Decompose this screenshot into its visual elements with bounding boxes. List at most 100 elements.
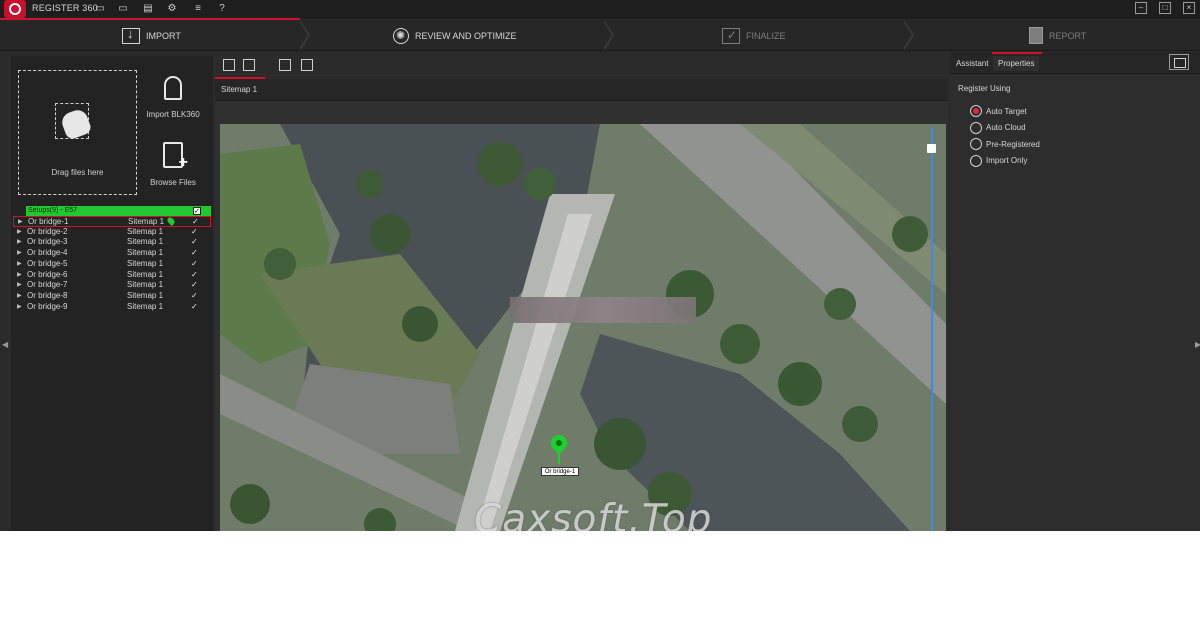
app-logo-icon[interactable]: [4, 0, 26, 18]
setup-checkbox[interactable]: ✓: [191, 280, 198, 290]
blk360-scanner-icon: [164, 76, 182, 100]
step-separator: [299, 20, 310, 51]
step-separator: [603, 20, 614, 51]
setup-row[interactable]: ▶ Or bridge-8 Sitemap 1 ✓: [13, 291, 211, 301]
marker-stem: [558, 450, 560, 464]
tab-report-label: REPORT: [1049, 30, 1087, 41]
radio-button[interactable]: [970, 121, 982, 134]
maximize-button[interactable]: □: [1159, 2, 1171, 14]
radio-button[interactable]: [970, 105, 982, 117]
browse-files-button[interactable]: Browse Files: [143, 142, 203, 187]
review-icon: [393, 27, 409, 44]
setup-sitemap: Sitemap 1: [127, 248, 164, 258]
expand-arrow-icon[interactable]: ▶: [17, 227, 22, 237]
register-option-label: Auto Cloud: [986, 123, 1026, 132]
setup-sitemap: Sitemap 1: [127, 301, 164, 311]
watermark-text: Caxsoft.Top: [474, 497, 713, 531]
folder-icon[interactable]: ▭: [117, 3, 129, 15]
setup-checkbox[interactable]: ✓: [191, 248, 198, 258]
setup-name: Or bridge-7: [27, 280, 68, 290]
tab-review-optimize[interactable]: REVIEW AND OPTIMIZE: [393, 20, 517, 51]
vertical-scrollbar[interactable]: [931, 127, 933, 531]
setup-checkbox[interactable]: ✓: [191, 237, 198, 247]
setup-name: Or bridge-9: [27, 301, 68, 311]
expand-arrow-icon[interactable]: ▶: [18, 217, 23, 227]
setup-checkbox[interactable]: ✓: [192, 217, 199, 227]
setup-name: Or bridge-2: [27, 226, 68, 236]
tab-properties[interactable]: Properties: [993, 56, 1040, 71]
setup-checkbox[interactable]: ✓: [191, 302, 198, 312]
fit-view-icon[interactable]: [301, 59, 313, 71]
setup-row[interactable]: ▶ Or bridge-1 Sitemap 1 ✓: [13, 216, 211, 227]
tab-report[interactable]: REPORT: [1029, 20, 1086, 51]
expand-arrow-icon[interactable]: ▶: [17, 248, 22, 258]
setup-checkbox[interactable]: ✓: [191, 291, 198, 301]
import-blk360-label: Import BLK360: [146, 110, 200, 119]
tab-review-label: REVIEW AND OPTIMIZE: [415, 30, 517, 41]
tab-import[interactable]: IMPORT: [122, 20, 181, 51]
tab-finalize[interactable]: FINALIZE: [722, 20, 786, 51]
location-pin-icon: [166, 216, 176, 226]
register-option[interactable]: Auto Target: [970, 105, 1027, 117]
register-option-label: Import Only: [986, 156, 1028, 165]
collapse-right-icon[interactable]: ▶: [1195, 340, 1200, 349]
minimize-button[interactable]: –: [1135, 2, 1147, 14]
radio-button[interactable]: [970, 138, 982, 150]
setup-name: Or bridge-4: [27, 248, 68, 258]
add-file-icon: [163, 142, 188, 172]
expand-arrow-icon[interactable]: ▶: [17, 302, 22, 312]
popout-panel-icon[interactable]: [1169, 54, 1189, 70]
close-button[interactable]: ×: [1183, 2, 1195, 14]
save-icon[interactable]: ▤: [142, 3, 154, 15]
map-tool-icon[interactable]: [223, 59, 235, 71]
setup-row[interactable]: ▶ Or bridge-6 Sitemap 1 ✓: [13, 270, 211, 280]
setups-header[interactable]: Setups(9) - E57 ✓: [26, 206, 211, 216]
open-folder-icon[interactable]: ▭: [94, 3, 106, 15]
setup-name: Or bridge-1: [28, 217, 69, 226]
map-tool-icon[interactable]: [243, 59, 255, 71]
setup-row[interactable]: ▶ Or bridge-4 Sitemap 1 ✓: [13, 248, 211, 258]
setup-checkbox[interactable]: ✓: [191, 270, 198, 280]
expand-arrow-icon[interactable]: ▶: [17, 270, 22, 280]
collapse-left-icon[interactable]: ◀: [2, 340, 8, 349]
properties-body: Register Using Auto Target Auto Cloud Pre-…: [950, 73, 1200, 531]
expand-arrow-icon[interactable]: ▶: [17, 291, 22, 301]
setup-row[interactable]: ▶ Or bridge-7 Sitemap 1 ✓: [13, 280, 211, 290]
setup-sitemap: Sitemap 1: [127, 237, 164, 247]
marker-label: Or bridge-1: [541, 467, 579, 476]
file-drop-zone[interactable]: Drag files here: [18, 70, 137, 195]
tab-finalize-label: FINALIZE: [746, 30, 786, 41]
database-icon[interactable]: ≡: [192, 3, 204, 15]
setup-checkbox[interactable]: ✓: [191, 259, 198, 269]
setup-row[interactable]: ▶ Or bridge-3 Sitemap 1 ✓: [13, 237, 211, 247]
select-all-checkbox[interactable]: ✓: [193, 207, 201, 215]
step-separator: [903, 20, 914, 51]
settings-icon[interactable]: ⚙: [166, 3, 178, 15]
radio-button[interactable]: [970, 154, 982, 167]
expand-arrow-icon[interactable]: ▶: [17, 259, 22, 269]
aerial-map[interactable]: [220, 124, 946, 531]
register-option[interactable]: Auto Cloud: [970, 121, 1026, 134]
setup-row[interactable]: ▶ Or bridge-5 Sitemap 1 ✓: [13, 259, 211, 269]
tab-import-label: IMPORT: [146, 30, 181, 41]
expand-arrow-icon[interactable]: ▶: [17, 237, 22, 247]
register-option[interactable]: Import Only: [970, 154, 1028, 167]
setup-checkbox[interactable]: ✓: [191, 227, 198, 237]
setup-name: Or bridge-3: [27, 237, 68, 247]
setups-header-label: Setups(9) - E57: [28, 207, 78, 214]
register-option-label: Pre-Registered: [986, 139, 1040, 149]
expand-arrow-icon[interactable]: ▶: [17, 280, 22, 290]
register-option[interactable]: Pre-Registered: [970, 138, 1040, 150]
tab-sitemap-1[interactable]: Sitemap 1: [221, 85, 257, 94]
import-blk360-button[interactable]: Import BLK360: [143, 76, 203, 119]
scrollbar-thumb[interactable]: [927, 144, 936, 153]
setup-row[interactable]: ▶ Or bridge-2 Sitemap 1 ✓: [13, 227, 211, 237]
setup-name: Or bridge-5: [27, 258, 68, 268]
setup-row[interactable]: ▶ Or bridge-9 Sitemap 1 ✓: [13, 302, 211, 312]
help-icon[interactable]: ?: [216, 3, 228, 15]
setup-sitemap: Sitemap 1: [127, 280, 164, 290]
setup-sitemap: Sitemap 1: [127, 269, 164, 279]
right-panel: Assistant Properties Register Using Auto…: [950, 52, 1200, 531]
tab-assistant[interactable]: Assistant: [951, 56, 993, 71]
image-import-icon[interactable]: [279, 59, 291, 71]
